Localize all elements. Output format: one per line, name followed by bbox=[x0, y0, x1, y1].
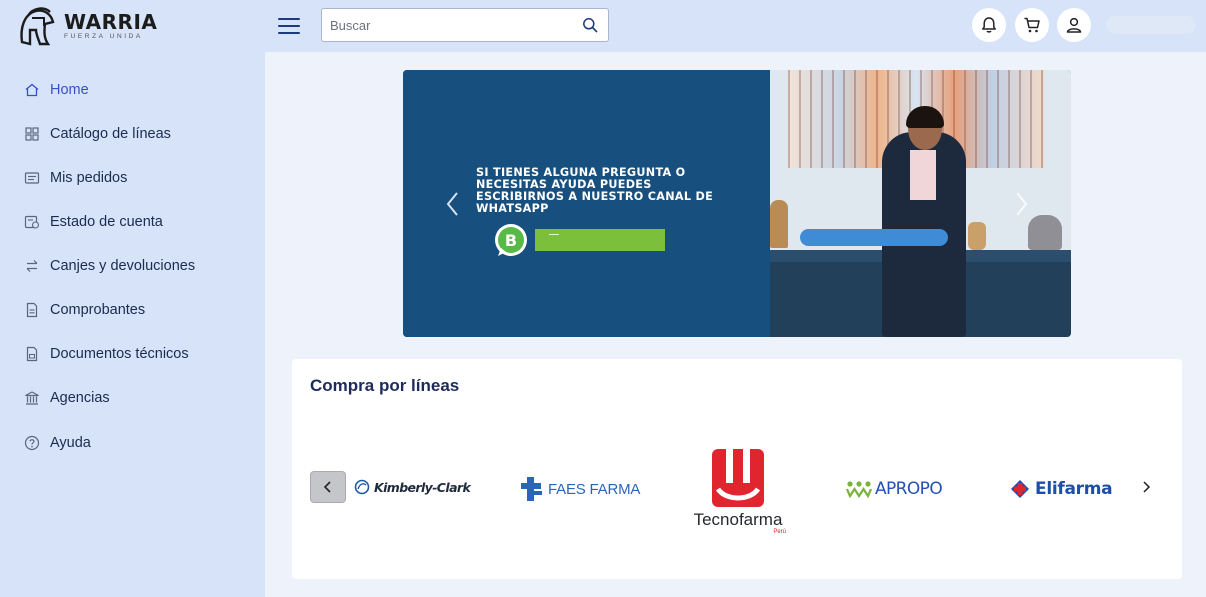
whatsapp-contact-bar[interactable] bbox=[535, 229, 665, 251]
sidebar-item-label: Agencias bbox=[50, 390, 110, 406]
sidebar-item-canjes[interactable]: Canjes y devoluciones bbox=[24, 254, 195, 278]
receipt-icon bbox=[26, 302, 38, 318]
banner-highlight-bar bbox=[800, 229, 948, 246]
cart-icon bbox=[1024, 17, 1040, 33]
help-icon bbox=[24, 435, 40, 451]
banner-next-icon[interactable] bbox=[1011, 190, 1031, 218]
kimberly-clark-icon bbox=[354, 479, 370, 495]
hamburger-menu-icon[interactable] bbox=[276, 13, 302, 39]
sidebar-item-comprobantes[interactable]: Comprobantes bbox=[24, 298, 145, 322]
brand-name: Kimberly-Clark bbox=[374, 479, 471, 495]
document-icon bbox=[26, 346, 38, 362]
cart-button[interactable] bbox=[1015, 8, 1049, 42]
home-icon bbox=[25, 83, 39, 97]
sidebar-item-label: Mis pedidos bbox=[50, 170, 128, 186]
brand-logo-elifarma[interactable]: Elifarma bbox=[1010, 479, 1113, 499]
banner-prev-icon[interactable] bbox=[443, 190, 463, 218]
brand-name: Elifarma bbox=[1035, 479, 1113, 499]
top-header: WARRIA FUERZA UNIDA bbox=[0, 0, 1206, 52]
sidebar-item-catalogo[interactable]: Catálogo de líneas bbox=[24, 122, 171, 146]
sidebar-item-label: Documentos técnicos bbox=[50, 346, 189, 362]
brand-logo-apropo[interactable]: APROPO bbox=[846, 479, 943, 499]
brand-tagline: FUERZA UNIDA bbox=[64, 32, 143, 40]
brand-name: APROPO bbox=[875, 479, 943, 499]
tecnofarma-icon bbox=[712, 449, 764, 507]
helmet-logo-icon bbox=[20, 7, 55, 46]
lines-next-button[interactable] bbox=[1137, 476, 1155, 498]
whatsapp-business-icon[interactable]: B bbox=[493, 223, 529, 259]
account-name-placeholder bbox=[1106, 16, 1196, 34]
sidebar-item-home[interactable]: Home bbox=[24, 78, 89, 102]
brand-logo-kimberly-clark[interactable]: Kimberly-Clark bbox=[354, 479, 471, 495]
sidebar-item-label: Comprobantes bbox=[50, 302, 146, 318]
banner-text: SI TIENES ALGUNA PREGUNTA O NECESITAS AY… bbox=[476, 166, 714, 215]
sidebar-item-agencias[interactable]: Agencias bbox=[24, 386, 110, 410]
bank-icon bbox=[25, 391, 39, 405]
elifarma-icon bbox=[1011, 480, 1029, 498]
list-icon bbox=[24, 172, 40, 184]
exchange-icon bbox=[26, 260, 38, 272]
brand-name: FAES FARMA bbox=[548, 480, 641, 498]
search-icon[interactable] bbox=[582, 17, 598, 33]
sidebar-item-ayuda[interactable]: Ayuda bbox=[24, 431, 91, 455]
svg-text:B: B bbox=[505, 231, 517, 250]
sidebar-item-label: Estado de cuenta bbox=[50, 214, 163, 230]
hand-statue bbox=[968, 222, 986, 250]
apropo-people-icon bbox=[846, 481, 872, 498]
profile-button[interactable] bbox=[1057, 8, 1091, 42]
user-icon bbox=[1066, 17, 1082, 33]
sidebar-item-label: Catálogo de líneas bbox=[50, 126, 171, 142]
brand-logo-tecnofarma[interactable]: Tecnofarma Perú bbox=[686, 449, 790, 535]
grid-icon bbox=[25, 127, 39, 141]
notifications-button[interactable] bbox=[972, 8, 1006, 42]
brand-logo-faes-farma[interactable]: FAES FARMA bbox=[520, 476, 640, 502]
bell-icon bbox=[982, 17, 996, 33]
faes-cross-icon bbox=[521, 477, 542, 501]
lines-card: Compra por líneas Kimberly-Clark FAES FA… bbox=[292, 359, 1182, 579]
promo-banner: SI TIENES ALGUNA PREGUNTA O NECESITAS AY… bbox=[403, 70, 1071, 337]
chevron-right-icon bbox=[1143, 481, 1151, 493]
sidebar-item-documentos[interactable]: Documentos técnicos bbox=[24, 342, 189, 366]
search-input[interactable] bbox=[322, 9, 562, 41]
section-title: Compra por líneas bbox=[310, 376, 460, 395]
lines-prev-button[interactable] bbox=[310, 471, 346, 503]
sidebar-item-label: Ayuda bbox=[50, 435, 91, 451]
brand-subname: Perú bbox=[773, 529, 786, 535]
sidebar-item-label: Canjes y devoluciones bbox=[50, 258, 196, 274]
sidebar-item-label: Home bbox=[50, 82, 89, 98]
chevron-left-icon bbox=[323, 481, 331, 493]
sidebar-item-estado-cuenta[interactable]: Estado de cuenta bbox=[24, 210, 163, 234]
sidebar: Home Catálogo de líneas Mis pedidos Esta… bbox=[0, 52, 265, 597]
account-statement-icon bbox=[24, 215, 40, 229]
brand-logo[interactable]: WARRIA FUERZA UNIDA bbox=[14, 3, 157, 49]
elephant-statue bbox=[1028, 215, 1062, 250]
search-box bbox=[321, 8, 609, 42]
sidebar-item-pedidos[interactable]: Mis pedidos bbox=[24, 166, 127, 190]
brand-name: Tecnofarma bbox=[693, 510, 783, 529]
bust-statue bbox=[770, 200, 788, 248]
brand-name: WARRIA bbox=[64, 9, 158, 34]
